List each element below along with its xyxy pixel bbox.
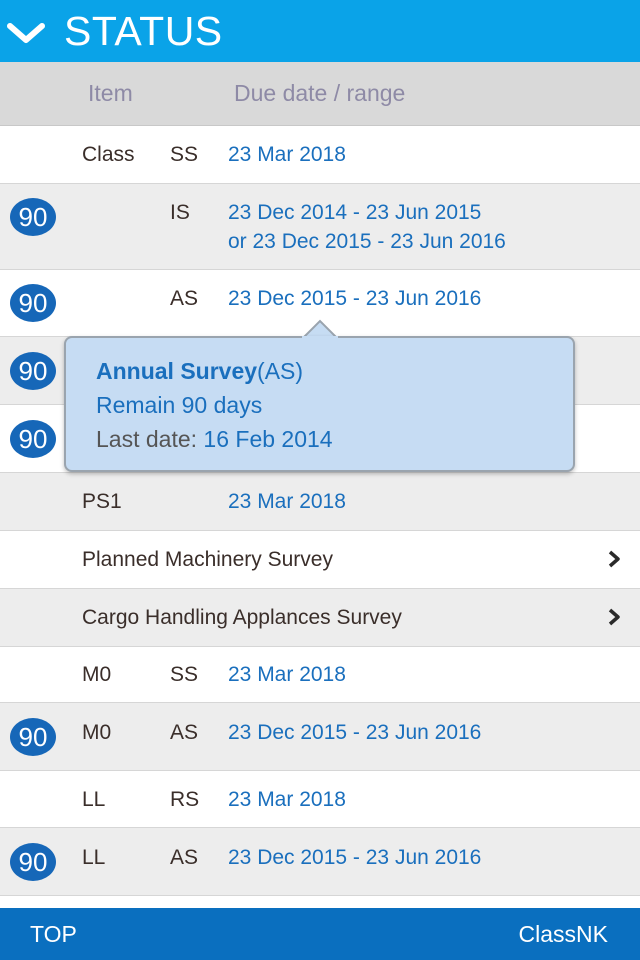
days-badge: 90 bbox=[10, 718, 56, 756]
row-item: Class bbox=[82, 143, 135, 166]
row-survey-type: RS bbox=[170, 788, 200, 811]
classnk-link[interactable]: ClassNK bbox=[519, 921, 608, 948]
row-survey-type: SS bbox=[170, 143, 199, 166]
days-badge: 90 bbox=[10, 198, 56, 236]
table-row[interactable]: 90 LL AS 23 Dec 2015 - 23 Jun 2016 bbox=[0, 828, 640, 896]
app-footer: TOP ClassNK bbox=[0, 908, 640, 960]
chevron-down-icon[interactable] bbox=[6, 18, 46, 48]
row-label: Planned Machinery Survey bbox=[82, 548, 333, 571]
days-badge: 90 bbox=[10, 420, 56, 458]
row-due-date: 23 Mar 2018 bbox=[228, 663, 346, 686]
cargo-handling-survey-row[interactable]: Cargo Handling Applances Survey bbox=[0, 589, 640, 647]
popup-pointer-joint bbox=[302, 336, 338, 339]
column-header-bar: Item Due date / range bbox=[0, 62, 640, 126]
popup-title-code: (AS) bbox=[257, 358, 304, 384]
popup-title-name: Annual Survey bbox=[96, 358, 258, 384]
table-row[interactable]: PS1 23 Mar 2018 bbox=[0, 473, 640, 531]
popup-last-date-label: Last date: bbox=[96, 426, 204, 452]
app-header: STATUS bbox=[0, 0, 640, 62]
row-due-date: 23 Dec 2014 - 23 Jun 2015 bbox=[228, 201, 482, 224]
column-header-due: Due date / range bbox=[234, 80, 406, 106]
row-due-date: 23 Mar 2018 bbox=[228, 788, 346, 811]
table-row[interactable]: 90 IS 23 Dec 2014 - 23 Jun 2015 or 23 De… bbox=[0, 184, 640, 270]
table-row[interactable]: M0 SS 23 Mar 2018 bbox=[0, 647, 640, 703]
row-due-date-alt: or 23 Dec 2015 - 23 Jun 2016 bbox=[228, 230, 506, 253]
row-due-date: 23 Dec 2015 - 23 Jun 2016 bbox=[228, 287, 482, 310]
row-item: M0 bbox=[82, 721, 112, 744]
row-survey-type: IS bbox=[170, 201, 190, 224]
popup-remain: Remain 90 days bbox=[96, 392, 263, 418]
row-due-date: 23 Mar 2018 bbox=[228, 490, 346, 513]
row-item: LL bbox=[82, 788, 106, 811]
row-survey-type: AS bbox=[170, 287, 199, 310]
row-item: M0 bbox=[82, 663, 112, 686]
days-badge: 90 bbox=[10, 284, 56, 322]
planned-machinery-survey-row[interactable]: Planned Machinery Survey bbox=[0, 531, 640, 589]
row-survey-type: AS bbox=[170, 846, 199, 869]
top-button[interactable]: TOP bbox=[30, 921, 77, 948]
popup-last-date: Last date: 16 Feb 2014 bbox=[96, 426, 333, 453]
table-row[interactable]: LL RS 23 Mar 2018 bbox=[0, 771, 640, 828]
chevron-right-icon bbox=[608, 608, 620, 626]
row-item: LL bbox=[82, 846, 106, 869]
days-badge: 90 bbox=[10, 843, 56, 881]
popup-title: Annual Survey(AS) bbox=[96, 358, 303, 385]
column-header-item: Item bbox=[88, 80, 133, 106]
row-due-date: 23 Dec 2015 - 23 Jun 2016 bbox=[228, 846, 482, 869]
row-label: Cargo Handling Applances Survey bbox=[82, 606, 402, 629]
popup-last-date-value: 16 Feb 2014 bbox=[203, 426, 333, 452]
row-due-date: 23 Dec 2015 - 23 Jun 2016 bbox=[228, 721, 482, 744]
table-row[interactable]: Class SS 23 Mar 2018 bbox=[0, 126, 640, 184]
chevron-right-icon bbox=[608, 550, 620, 568]
days-badge: 90 bbox=[10, 352, 56, 390]
table-row[interactable]: 90 M0 AS 23 Dec 2015 - 23 Jun 2016 bbox=[0, 703, 640, 771]
page-title: STATUS bbox=[64, 8, 223, 54]
row-survey-type: AS bbox=[170, 721, 199, 744]
row-item: PS1 bbox=[82, 490, 122, 513]
row-survey-type: SS bbox=[170, 663, 199, 686]
survey-info-popup[interactable]: Annual Survey(AS) Remain 90 days Last da… bbox=[64, 336, 575, 472]
row-due-date: 23 Mar 2018 bbox=[228, 143, 346, 166]
